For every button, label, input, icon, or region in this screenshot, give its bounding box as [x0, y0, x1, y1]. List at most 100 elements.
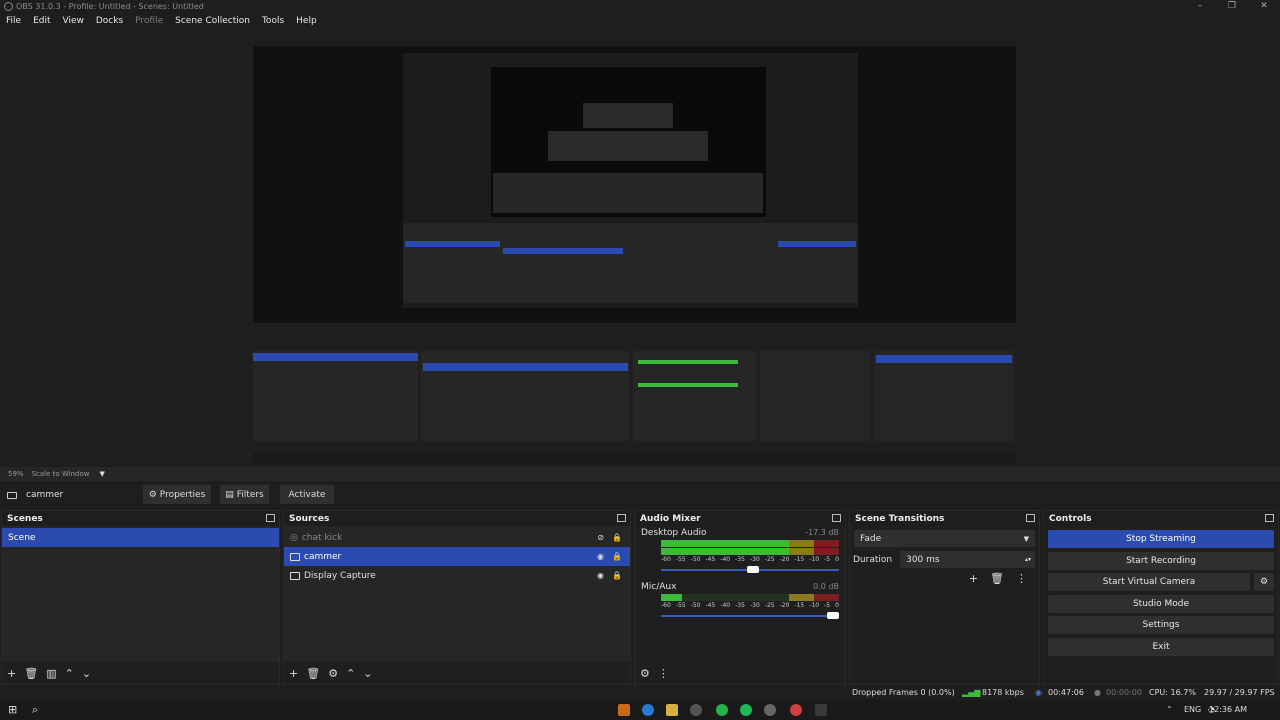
lock-icon[interactable]: 🔒 — [612, 533, 622, 542]
source-item[interactable]: cammer ◉ 🔒 — [284, 547, 630, 566]
scene-transitions-dock: Scene Transitions Fade ▼ Duration 300 ms… — [849, 510, 1040, 685]
properties-button[interactable]: ⚙ Properties — [143, 485, 211, 504]
undock-icon[interactable] — [266, 514, 275, 522]
gear-icon[interactable]: ⚙ — [640, 667, 650, 680]
restore-icon[interactable]: ❐ — [1216, 0, 1248, 13]
chevron-down-icon[interactable]: ▼ — [99, 470, 104, 478]
vlc-icon[interactable] — [618, 704, 630, 716]
source-item[interactable]: ◎ chat kick ⊘ 🔒 — [284, 528, 630, 547]
eye-icon[interactable]: ◉ — [597, 552, 604, 561]
chevron-up-icon[interactable]: ⌃ — [1166, 705, 1173, 714]
terminal-icon[interactable] — [815, 704, 827, 716]
scenes-dock: Scenes Scene + 🗑 ▥ ⌃ ⌄ — [1, 510, 280, 685]
menu-view[interactable]: View — [57, 16, 90, 26]
minimize-icon[interactable]: – — [1184, 0, 1216, 13]
arrow-up-icon[interactable]: ⌃ — [65, 667, 74, 680]
tick-label: -10 — [809, 556, 820, 563]
preview-canvas[interactable] — [253, 33, 1016, 463]
filters-button[interactable]: ▤ Filters — [220, 485, 269, 504]
trash-icon[interactable]: 🗑 — [990, 572, 1004, 585]
tick-label: -25 — [764, 556, 775, 563]
tick-label: -30 — [749, 556, 760, 563]
undock-icon[interactable] — [1026, 514, 1035, 522]
menu-tools[interactable]: Tools — [256, 16, 290, 26]
source-label: Display Capture — [304, 570, 376, 581]
scene-item[interactable]: Scene — [2, 528, 279, 547]
arrow-down-icon[interactable]: ⌄ — [363, 667, 372, 680]
menu-edit[interactable]: Edit — [27, 16, 56, 26]
tick-label: 0 — [835, 556, 839, 563]
source-item[interactable]: Display Capture ◉ 🔒 — [284, 566, 630, 585]
volume-slider[interactable] — [661, 612, 839, 620]
studio-mode-button[interactable]: Studio Mode — [1048, 595, 1274, 613]
menu-file[interactable]: File — [0, 16, 27, 26]
arrow-up-icon[interactable]: ⌃ — [346, 667, 355, 680]
add-icon[interactable]: + — [289, 667, 298, 680]
search-icon[interactable]: ⌕ — [32, 703, 38, 717]
mixer-channel: Mic/Aux 0.0 dB -60 -55 -50 -45 -40 -35 -30 -25 -2… — [635, 580, 845, 622]
spotify-icon[interactable] — [740, 704, 752, 716]
lock-icon[interactable]: 🔒 — [612, 571, 622, 580]
windows-start-icon[interactable]: ⊞ — [8, 703, 17, 716]
chrome-icon[interactable] — [790, 704, 802, 716]
edge-icon[interactable] — [642, 704, 654, 716]
more-icon[interactable]: ⋮ — [658, 667, 669, 680]
taskbar: ⊞ ⌕ ⌃ ENG ◔ 12:36 AM — [0, 700, 1280, 720]
folder-icon[interactable] — [666, 704, 678, 716]
more-icon[interactable]: ⋮ — [1016, 572, 1027, 585]
stop-streaming-button[interactable]: Stop Streaming — [1048, 530, 1274, 548]
eye-icon[interactable]: ◉ — [597, 571, 604, 580]
menu-help[interactable]: Help — [290, 16, 323, 26]
settings-button[interactable]: Settings — [1048, 616, 1274, 634]
transition-select[interactable]: Fade ▼ — [854, 530, 1035, 547]
undock-icon[interactable] — [832, 514, 841, 522]
add-icon[interactable]: + — [969, 572, 978, 585]
gear-icon[interactable]: ⚙ — [328, 667, 338, 680]
close-icon[interactable]: ✕ — [1248, 0, 1280, 13]
source-label: cammer — [304, 551, 342, 562]
volume-slider[interactable] — [661, 566, 839, 574]
arrow-down-icon[interactable]: ⌄ — [82, 667, 91, 680]
virtual-camera-settings-button[interactable]: ⚙ — [1254, 573, 1274, 591]
trash-icon[interactable]: 🗑 — [306, 667, 320, 680]
undock-icon[interactable] — [617, 514, 626, 522]
activate-label: Activate — [288, 489, 326, 500]
controls-dock: Controls Stop Streaming Start Recording … — [1043, 510, 1279, 685]
app-icon[interactable] — [764, 704, 776, 716]
tick-label: -55 — [675, 602, 686, 609]
start-virtual-camera-button[interactable]: Start Virtual Camera — [1048, 573, 1250, 591]
duration-spinbox[interactable]: 300 ms ▴▾ — [900, 551, 1035, 568]
start-recording-button[interactable]: Start Recording — [1048, 552, 1274, 570]
spin-arrows-icon[interactable]: ▴▾ — [1025, 556, 1031, 563]
source-label: chat kick — [301, 532, 343, 543]
undock-icon[interactable] — [1265, 514, 1274, 522]
obs-taskbar-icon[interactable] — [690, 704, 702, 716]
trash-icon[interactable]: 🗑 — [24, 667, 38, 680]
filter-icon[interactable]: ▥ — [46, 667, 56, 680]
whatsapp-icon[interactable] — [716, 704, 728, 716]
add-icon[interactable]: + — [7, 667, 16, 680]
record-icon: ● — [1094, 688, 1101, 697]
eye-hidden-icon[interactable]: ⊘ — [597, 533, 604, 542]
menu-docks[interactable]: Docks — [90, 16, 129, 26]
sources-title: Sources — [289, 513, 330, 524]
signal-icon: ▂▄▆ — [962, 688, 981, 697]
scene-label: Scene — [8, 532, 36, 543]
record-time: 00:00:00 — [1106, 688, 1142, 697]
exit-button[interactable]: Exit — [1048, 638, 1274, 656]
menu-scene-collection[interactable]: Scene Collection — [169, 16, 256, 26]
volume-meter — [661, 594, 839, 601]
meter-ticks: -60 -55 -50 -45 -40 -35 -30 -25 -20 -15 -10 -5 0 — [661, 602, 839, 609]
title-bar: OBS 31.0.3 - Profile: Untitled - Scenes:… — [0, 0, 1280, 13]
source-toolbar: cammer ⚙ Properties ▤ Filters Activate — [0, 483, 1280, 507]
preview-area[interactable] — [0, 28, 1280, 466]
tick-label: -15 — [794, 556, 805, 563]
meter-ticks: -60 -55 -50 -45 -40 -35 -30 -25 -20 -15 -10 -5 0 — [661, 556, 839, 563]
menu-profile[interactable]: Profile — [129, 16, 169, 26]
transition-value: Fade — [860, 533, 882, 544]
activate-button[interactable]: Activate — [280, 485, 334, 504]
monitor-icon — [290, 571, 300, 580]
tick-label: -45 — [705, 602, 716, 609]
scale-mode-select[interactable]: Scale to Window — [32, 470, 90, 478]
lock-icon[interactable]: 🔒 — [612, 552, 622, 561]
